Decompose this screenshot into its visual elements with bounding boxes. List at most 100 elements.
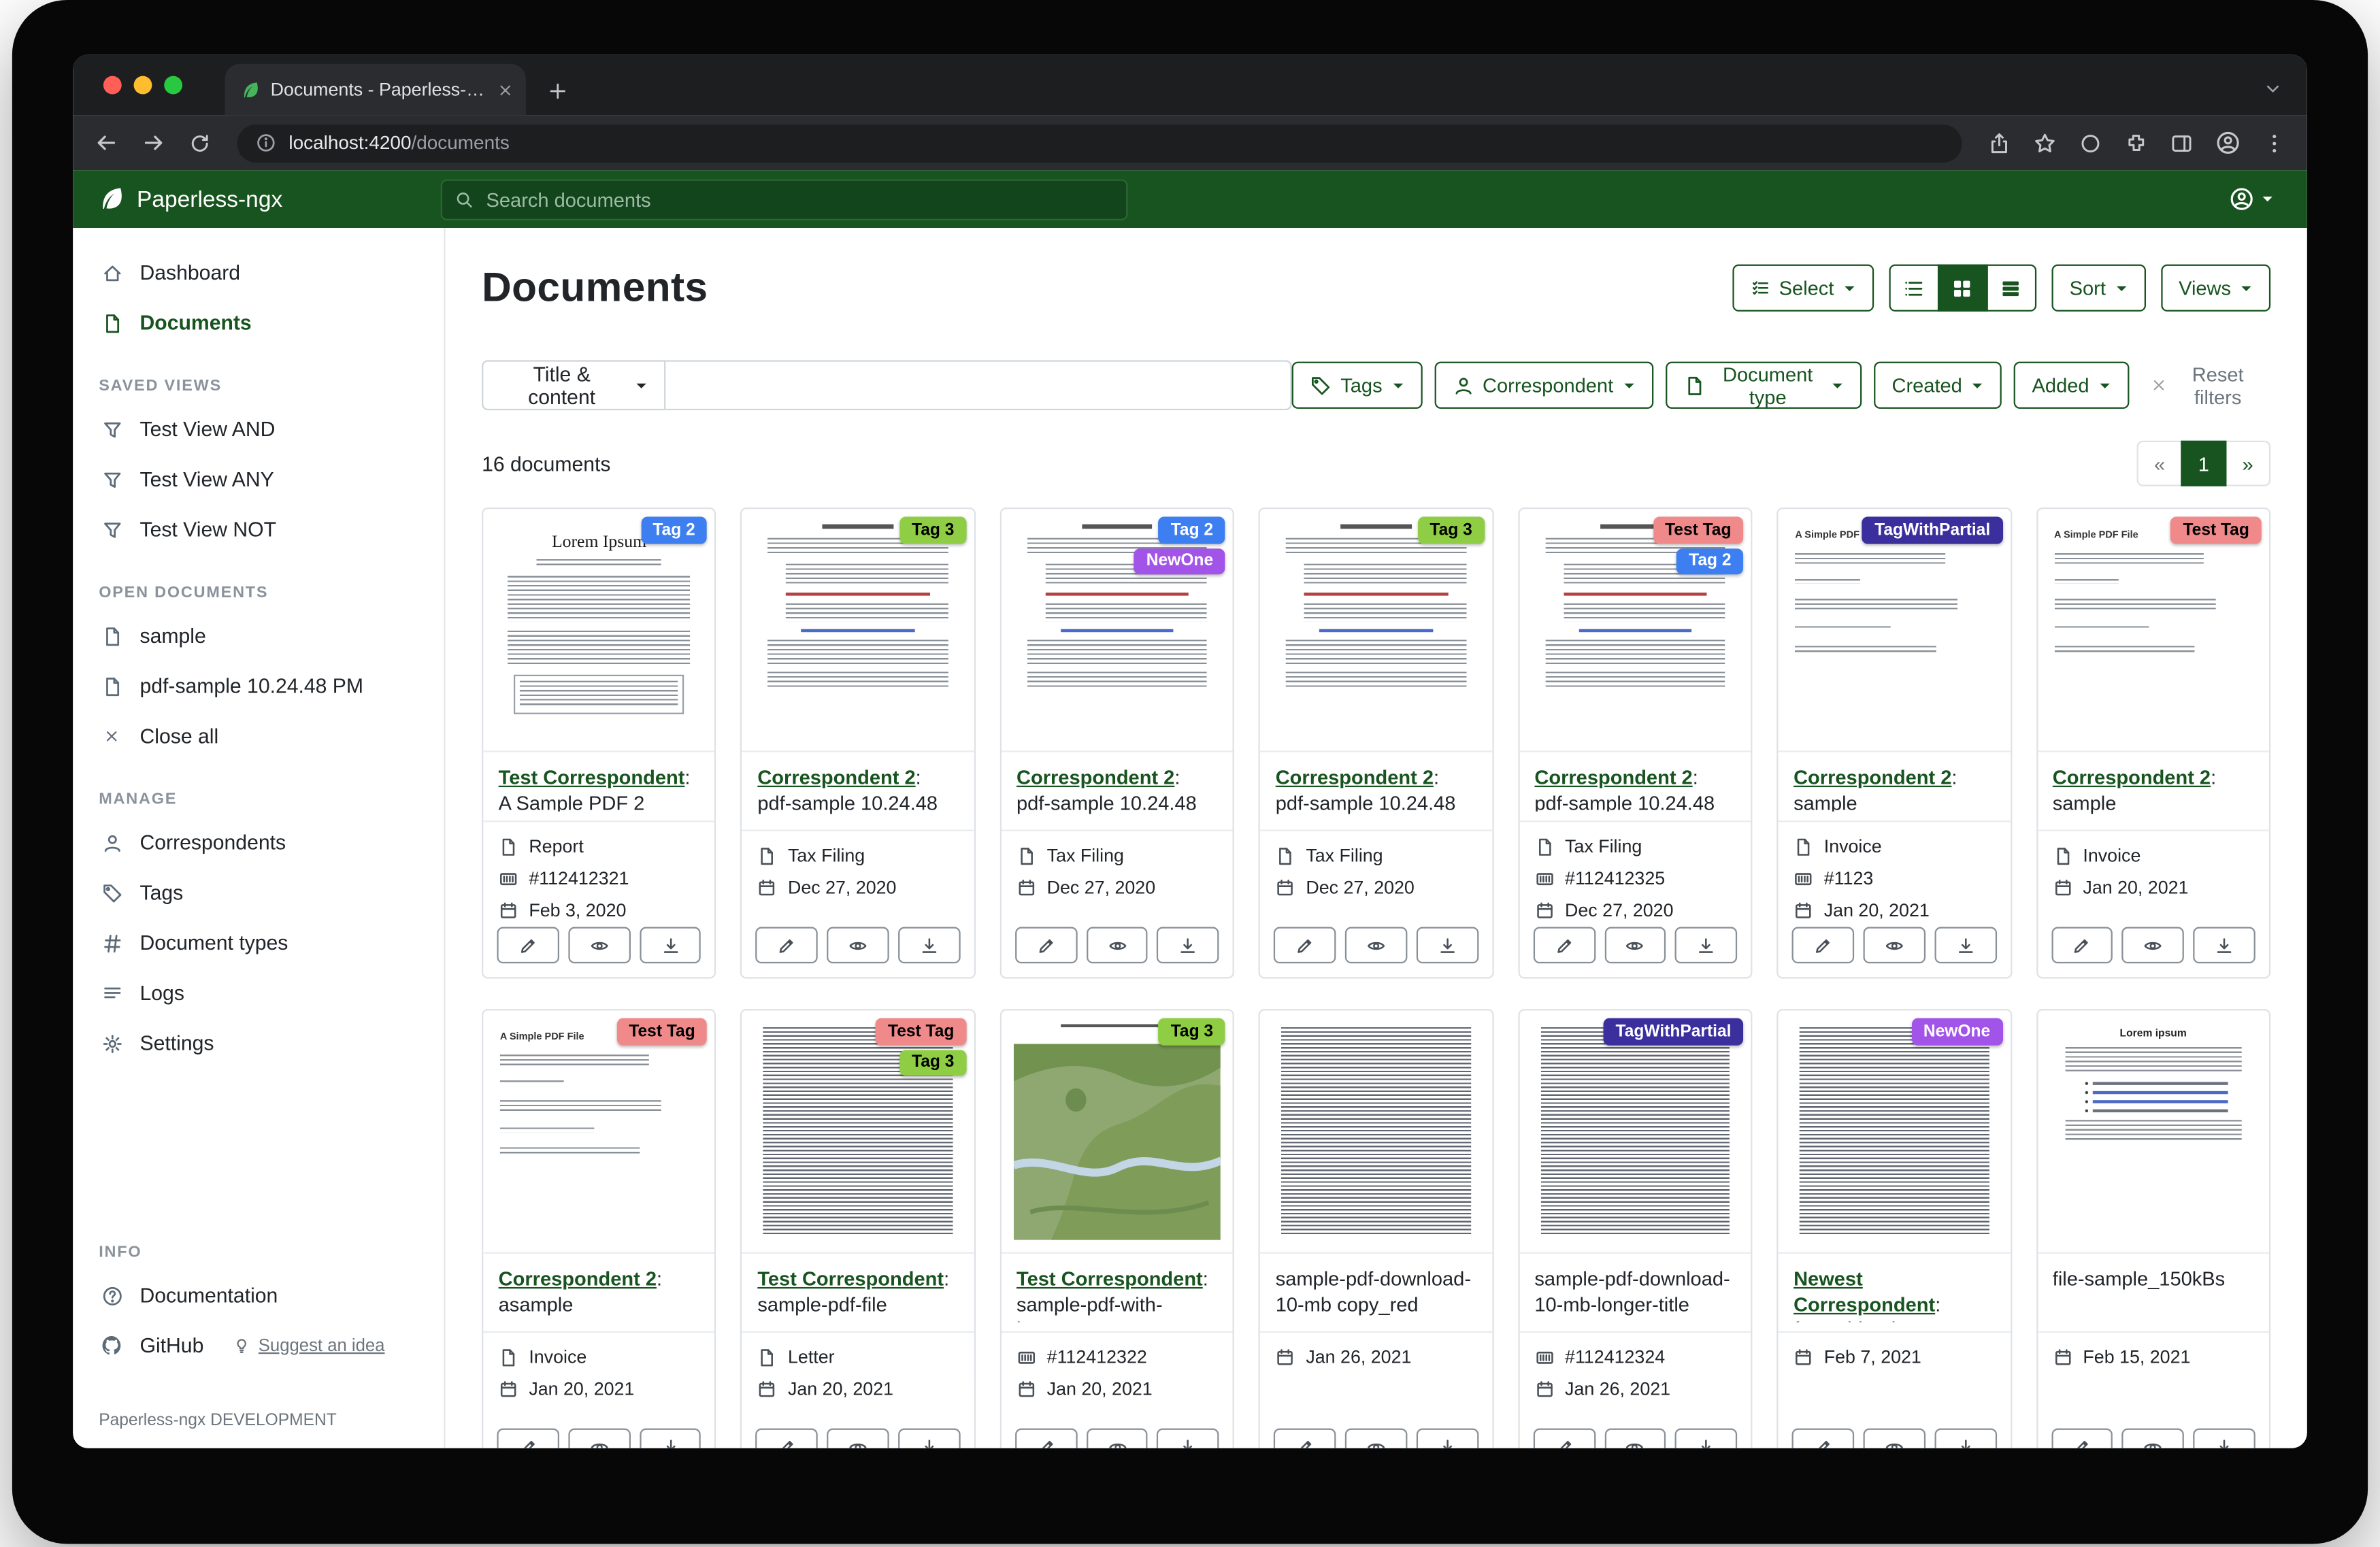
document-thumbnail[interactable]: Test Tag Tag 3 <box>742 1010 974 1253</box>
correspondent-link[interactable]: Correspondent 2 <box>2053 766 2211 789</box>
reset-filters-button[interactable]: Reset filters <box>2141 361 2270 410</box>
back-icon[interactable] <box>94 131 118 155</box>
tag-badge[interactable]: Test Tag <box>2171 516 2262 543</box>
sort-button[interactable]: Sort <box>2051 265 2145 312</box>
global-search[interactable] <box>441 178 1128 219</box>
tag-badge[interactable]: TagWithPartial <box>1604 1018 1744 1045</box>
document-thumbnail[interactable]: Lorem ipsum <box>2037 1010 2268 1253</box>
document-thumbnail[interactable]: Lorem Ipsum Tag 2 <box>483 509 714 752</box>
sidebar-item-documents[interactable]: Documents <box>73 298 444 348</box>
new-tab-button[interactable] <box>547 80 568 101</box>
document-thumbnail[interactable] <box>1260 1010 1491 1253</box>
tags-filter-button[interactable]: Tags <box>1292 362 1422 409</box>
view-button[interactable] <box>1086 1429 1148 1448</box>
edit-button[interactable] <box>1533 1429 1595 1448</box>
tag-badge[interactable]: TagWithPartial <box>1862 516 2002 543</box>
view-button[interactable] <box>1863 927 1925 964</box>
sidebar-item-tags[interactable]: Tags <box>73 867 444 918</box>
views-button[interactable]: Views <box>2160 265 2270 312</box>
sidebar-item-correspondents[interactable]: Correspondents <box>73 818 444 868</box>
browser-tab[interactable]: Documents - Paperless-ngx <box>225 64 526 116</box>
view-button[interactable] <box>1086 927 1148 964</box>
document-thumbnail[interactable]: NewOne <box>1779 1010 2010 1253</box>
correspondent-link[interactable]: Correspondent 2 <box>1534 766 1692 789</box>
tag-badge[interactable]: NewOne <box>1134 548 1225 575</box>
download-button[interactable] <box>898 927 960 964</box>
document-thumbnail[interactable]: Tag 2 NewOne <box>1002 509 1233 752</box>
download-button[interactable] <box>1157 927 1219 964</box>
correspondent-link[interactable]: Newest Correspondent <box>1794 1267 1935 1316</box>
reload-icon[interactable] <box>188 131 212 154</box>
download-button[interactable] <box>1417 1429 1478 1448</box>
prev-page-button[interactable]: « <box>2137 441 2183 486</box>
app-brand[interactable]: Paperless-ngx <box>97 186 282 213</box>
tag-badge[interactable]: Tag 2 <box>641 516 708 543</box>
search-input[interactable] <box>483 186 1114 212</box>
correspondent-link[interactable]: Correspondent 2 <box>1276 766 1434 789</box>
sidebar-item-settings[interactable]: Settings <box>73 1018 444 1069</box>
document-thumbnail[interactable]: Test TagTag 2 <box>1519 509 1751 752</box>
edit-button[interactable] <box>1533 927 1595 964</box>
download-button[interactable] <box>2194 1429 2255 1448</box>
edit-button[interactable] <box>2051 1429 2113 1448</box>
tag-badge[interactable]: Tag 2 <box>1159 516 1225 543</box>
bookmark-star-icon[interactable] <box>2034 131 2057 154</box>
tag-badge[interactable]: Test Tag <box>876 1018 966 1045</box>
browser-menu-icon[interactable] <box>2263 131 2286 154</box>
document-thumbnail[interactable]: Tag 3 <box>742 509 974 752</box>
sidebar-item-github[interactable]: GitHubSuggest an idea <box>73 1320 444 1371</box>
correspondent-link[interactable]: Correspondent 2 <box>757 766 915 789</box>
sidebar-item-sample[interactable]: sample <box>73 611 444 661</box>
download-button[interactable] <box>640 927 701 964</box>
side-panel-icon[interactable] <box>2170 131 2194 154</box>
next-page-button[interactable]: » <box>2225 441 2270 486</box>
select-button[interactable]: Select <box>1732 265 1873 312</box>
sidebar-item-documentation[interactable]: Documentation <box>73 1270 444 1320</box>
edit-button[interactable] <box>1274 1429 1336 1448</box>
document-thumbnail[interactable]: A Simple PDF File TagWithPartial <box>1779 509 2010 752</box>
sidebar-item-close-all[interactable]: Close all <box>73 711 444 761</box>
tag-badge[interactable]: Test Tag <box>1653 516 1743 543</box>
document-thumbnail[interactable]: TagWithPartial <box>1519 1010 1751 1253</box>
address-bar[interactable]: localhost:4200/documents <box>237 124 1962 162</box>
tab-close-icon[interactable] <box>497 82 514 99</box>
document-thumbnail[interactable]: Tag 3 <box>1002 1010 1233 1253</box>
minimize-window-button[interactable] <box>134 76 152 95</box>
profile-avatar-icon[interactable] <box>2216 131 2241 155</box>
created-filter-button[interactable]: Created <box>1874 362 2002 409</box>
edit-button[interactable] <box>756 1429 818 1448</box>
download-button[interactable] <box>1934 927 1996 964</box>
tag-badge[interactable]: Tag 3 <box>899 516 966 543</box>
view-button[interactable] <box>827 927 889 964</box>
correspondent-link[interactable]: Correspondent 2 <box>1794 766 1951 789</box>
extensions-puzzle-icon[interactable] <box>2125 131 2148 154</box>
edit-button[interactable] <box>1015 927 1077 964</box>
extension-ring-icon[interactable] <box>2079 131 2102 154</box>
share-icon[interactable] <box>1988 131 2011 154</box>
document-type-filter-button[interactable]: Document type <box>1665 362 1862 409</box>
edit-button[interactable] <box>1274 927 1336 964</box>
edit-button[interactable] <box>1015 1429 1077 1448</box>
view-button[interactable] <box>1345 927 1407 964</box>
tag-badge[interactable]: Tag 3 <box>899 1050 966 1076</box>
document-thumbnail[interactable]: Tag 3 <box>1260 509 1491 752</box>
filter-text-input[interactable] <box>666 360 1292 410</box>
sidebar-item-test-view-not[interactable]: Test View NOT <box>73 505 444 555</box>
correspondent-filter-button[interactable]: Correspondent <box>1434 362 1653 409</box>
edit-button[interactable] <box>1792 927 1854 964</box>
sidebar-item-test-view-and[interactable]: Test View AND <box>73 404 444 454</box>
tag-badge[interactable]: Test Tag <box>616 1018 707 1045</box>
user-menu-button[interactable] <box>2220 186 2283 213</box>
filter-field-dropdown[interactable]: Title & content <box>482 360 666 410</box>
page-1-button[interactable]: 1 <box>2181 441 2226 486</box>
edit-button[interactable] <box>756 927 818 964</box>
view-button[interactable] <box>568 927 630 964</box>
edit-button[interactable] <box>1792 1429 1854 1448</box>
added-filter-button[interactable]: Added <box>2014 362 2129 409</box>
sidebar-item-test-view-any[interactable]: Test View ANY <box>73 454 444 505</box>
download-button[interactable] <box>1675 1429 1737 1448</box>
tab-search-chevron-icon[interactable] <box>2263 79 2283 99</box>
download-button[interactable] <box>640 1429 701 1448</box>
view-button[interactable] <box>1863 1429 1925 1448</box>
download-button[interactable] <box>1675 927 1737 964</box>
